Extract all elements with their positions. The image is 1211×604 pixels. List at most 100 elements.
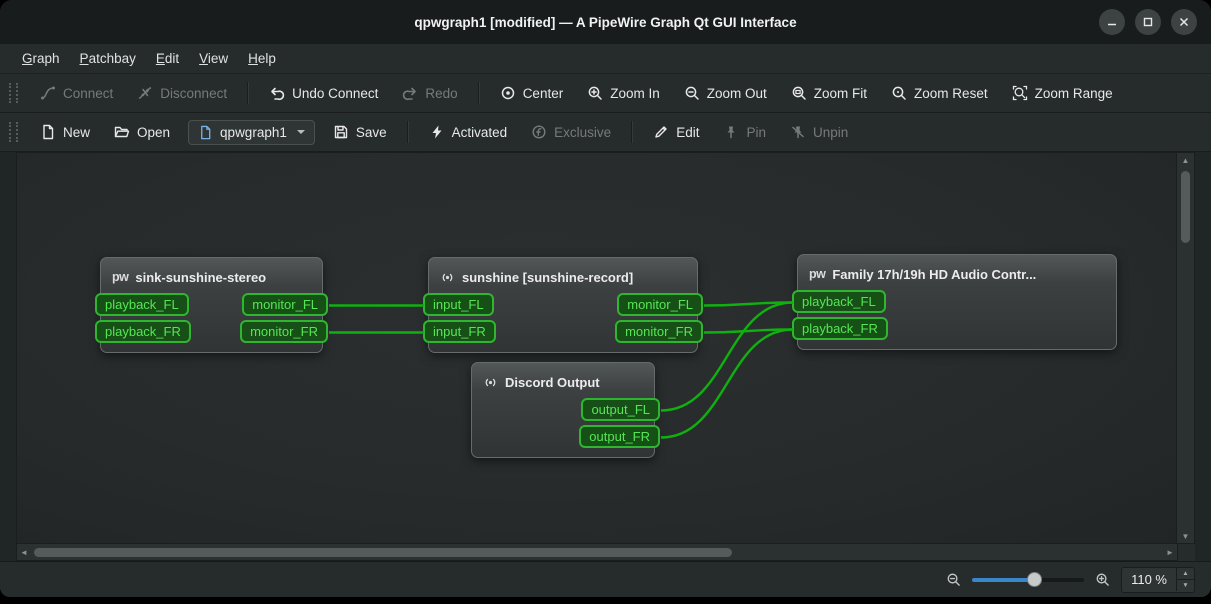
activated-button[interactable]: Activated: [418, 119, 519, 145]
app-window: qpwgraph1 [modified] — A PipeWire Graph …: [0, 0, 1211, 597]
cable[interactable]: [704, 330, 793, 333]
activated-bolt-icon: [429, 124, 445, 140]
unpin-icon: [790, 124, 806, 140]
menu-edit[interactable]: Edit: [146, 47, 189, 70]
speaker-icon: [483, 375, 498, 390]
minimize-button[interactable]: [1099, 9, 1125, 35]
pipewire-icon: pw: [809, 267, 825, 281]
statusbar: 110 % ▲ ▼: [0, 561, 1211, 597]
open-button[interactable]: Open: [103, 119, 181, 145]
menu-view[interactable]: View: [189, 47, 238, 70]
window-title: qpwgraph1 [modified] — A PipeWire Graph …: [0, 15, 1211, 30]
menu-graph[interactable]: Graph: [12, 47, 70, 70]
port-playback-fl[interactable]: playback_FL: [792, 290, 886, 313]
horizontal-scroll-thumb[interactable]: [34, 548, 732, 557]
pipewire-icon: pw: [112, 270, 128, 284]
port-playback-fr[interactable]: playback_FR: [95, 320, 191, 343]
graph-canvas[interactable]: pw sink-sunshine-stereo playback_FL play…: [16, 152, 1176, 544]
zoom-in-icon: [587, 85, 603, 101]
window-controls: [1099, 9, 1211, 35]
vertical-scroll-thumb[interactable]: [1181, 171, 1190, 243]
disconnect-button: Disconnect: [126, 80, 238, 106]
port-input-fr[interactable]: input_FR: [423, 320, 496, 343]
patchbay-toolbar: New Open qpwgraph1 Save Activated Exclus…: [0, 113, 1211, 152]
zoom-in-button[interactable]: Zoom In: [576, 80, 671, 106]
menu-patchbay[interactable]: Patchbay: [70, 47, 146, 70]
toolbar-separator: [478, 82, 480, 104]
zoom-range-icon: [1012, 85, 1028, 101]
spin-down-button[interactable]: ▼: [1177, 579, 1194, 591]
port-monitor-fr[interactable]: monitor_FR: [240, 320, 328, 343]
spin-buttons: ▲ ▼: [1176, 568, 1194, 591]
scroll-up-arrow[interactable]: ▲: [1179, 153, 1193, 167]
zoom-reset-button[interactable]: Zoom Reset: [880, 80, 999, 106]
chevron-down-icon: [297, 130, 305, 134]
undo-connect-button[interactable]: Undo Connect: [258, 80, 389, 106]
titlebar[interactable]: qpwgraph1 [modified] — A PipeWire Graph …: [0, 0, 1211, 44]
center-icon: [500, 85, 516, 101]
close-button[interactable]: [1171, 9, 1197, 35]
edit-pencil-icon: [653, 124, 669, 140]
port-monitor-fl[interactable]: monitor_FL: [242, 293, 328, 316]
patchbay-selector[interactable]: qpwgraph1: [188, 120, 315, 145]
save-button[interactable]: Save: [322, 119, 398, 145]
port-monitor-fl[interactable]: monitor_FL: [617, 293, 703, 316]
pin-icon: [723, 124, 739, 140]
toolbar-grip[interactable]: [9, 122, 18, 142]
node-title: sink-sunshine-stereo: [135, 270, 266, 285]
vertical-scroll-track: [1177, 167, 1194, 529]
toolbar-separator: [247, 82, 249, 104]
toolbar-separator: [407, 121, 409, 143]
zoom-in-icon[interactable]: [1095, 572, 1110, 587]
center-button[interactable]: Center: [489, 80, 575, 106]
zoom-range-button[interactable]: Zoom Range: [1001, 80, 1124, 106]
zoom-value[interactable]: 110 %: [1122, 572, 1176, 587]
scroll-down-arrow[interactable]: ▼: [1179, 529, 1193, 543]
port-monitor-fr[interactable]: monitor_FR: [615, 320, 703, 343]
zoom-spinbox[interactable]: 110 % ▲ ▼: [1121, 567, 1195, 593]
node-title: sunshine [sunshine-record]: [462, 270, 633, 285]
cable[interactable]: [704, 303, 793, 306]
scroll-right-arrow[interactable]: ►: [1163, 545, 1177, 559]
disconnect-icon: [137, 85, 153, 101]
horizontal-scrollbar-row: ◄ ►: [16, 544, 1195, 561]
horizontal-scroll-track: [31, 544, 1163, 560]
scroll-left-arrow[interactable]: ◄: [17, 545, 31, 559]
zoom-slider[interactable]: [972, 572, 1084, 588]
zoom-fit-button[interactable]: Zoom Fit: [780, 80, 878, 106]
node-title: Family 17h/19h HD Audio Contr...: [832, 267, 1036, 282]
port-playback-fr[interactable]: playback_FR: [792, 317, 888, 340]
toolbar-grip[interactable]: [9, 83, 18, 103]
edit-button[interactable]: Edit: [642, 119, 710, 145]
new-button[interactable]: New: [29, 119, 101, 145]
scrollbar-corner: [1178, 544, 1195, 561]
node-family-hd-audio[interactable]: pw Family 17h/19h HD Audio Contr... play…: [797, 254, 1117, 350]
toolbar-separator: [631, 121, 633, 143]
connect-button: Connect: [29, 80, 124, 106]
zoom-reset-icon: [891, 85, 907, 101]
close-icon: [1178, 16, 1190, 28]
node-sunshine[interactable]: sunshine [sunshine-record] input_FL inpu…: [428, 257, 698, 353]
connect-icon: [40, 85, 56, 101]
maximize-button[interactable]: [1135, 9, 1161, 35]
port-output-fr[interactable]: output_FR: [579, 425, 660, 448]
redo-icon: [402, 85, 418, 101]
port-output-fl[interactable]: output_FL: [581, 398, 660, 421]
menu-help[interactable]: Help: [238, 47, 286, 70]
port-playback-fl[interactable]: playback_FL: [95, 293, 189, 316]
node-sink-sunshine-stereo[interactable]: pw sink-sunshine-stereo playback_FL play…: [100, 257, 323, 353]
patchbay-file-icon: [198, 125, 213, 140]
save-icon: [333, 124, 349, 140]
zoom-out-button[interactable]: Zoom Out: [673, 80, 778, 106]
zoom-slider-handle[interactable]: [1027, 572, 1042, 587]
spin-up-button[interactable]: ▲: [1177, 568, 1194, 579]
pin-button: Pin: [712, 119, 777, 145]
minimize-icon: [1106, 16, 1118, 28]
node-discord-output[interactable]: Discord Output output_FL output_FR: [471, 362, 655, 458]
zoom-out-icon[interactable]: [946, 572, 961, 587]
undo-icon: [269, 85, 285, 101]
port-input-fl[interactable]: input_FL: [423, 293, 494, 316]
horizontal-scrollbar: ◄ ►: [16, 544, 1178, 561]
open-folder-icon: [114, 124, 130, 140]
zoom-slider-fill: [972, 578, 1034, 582]
